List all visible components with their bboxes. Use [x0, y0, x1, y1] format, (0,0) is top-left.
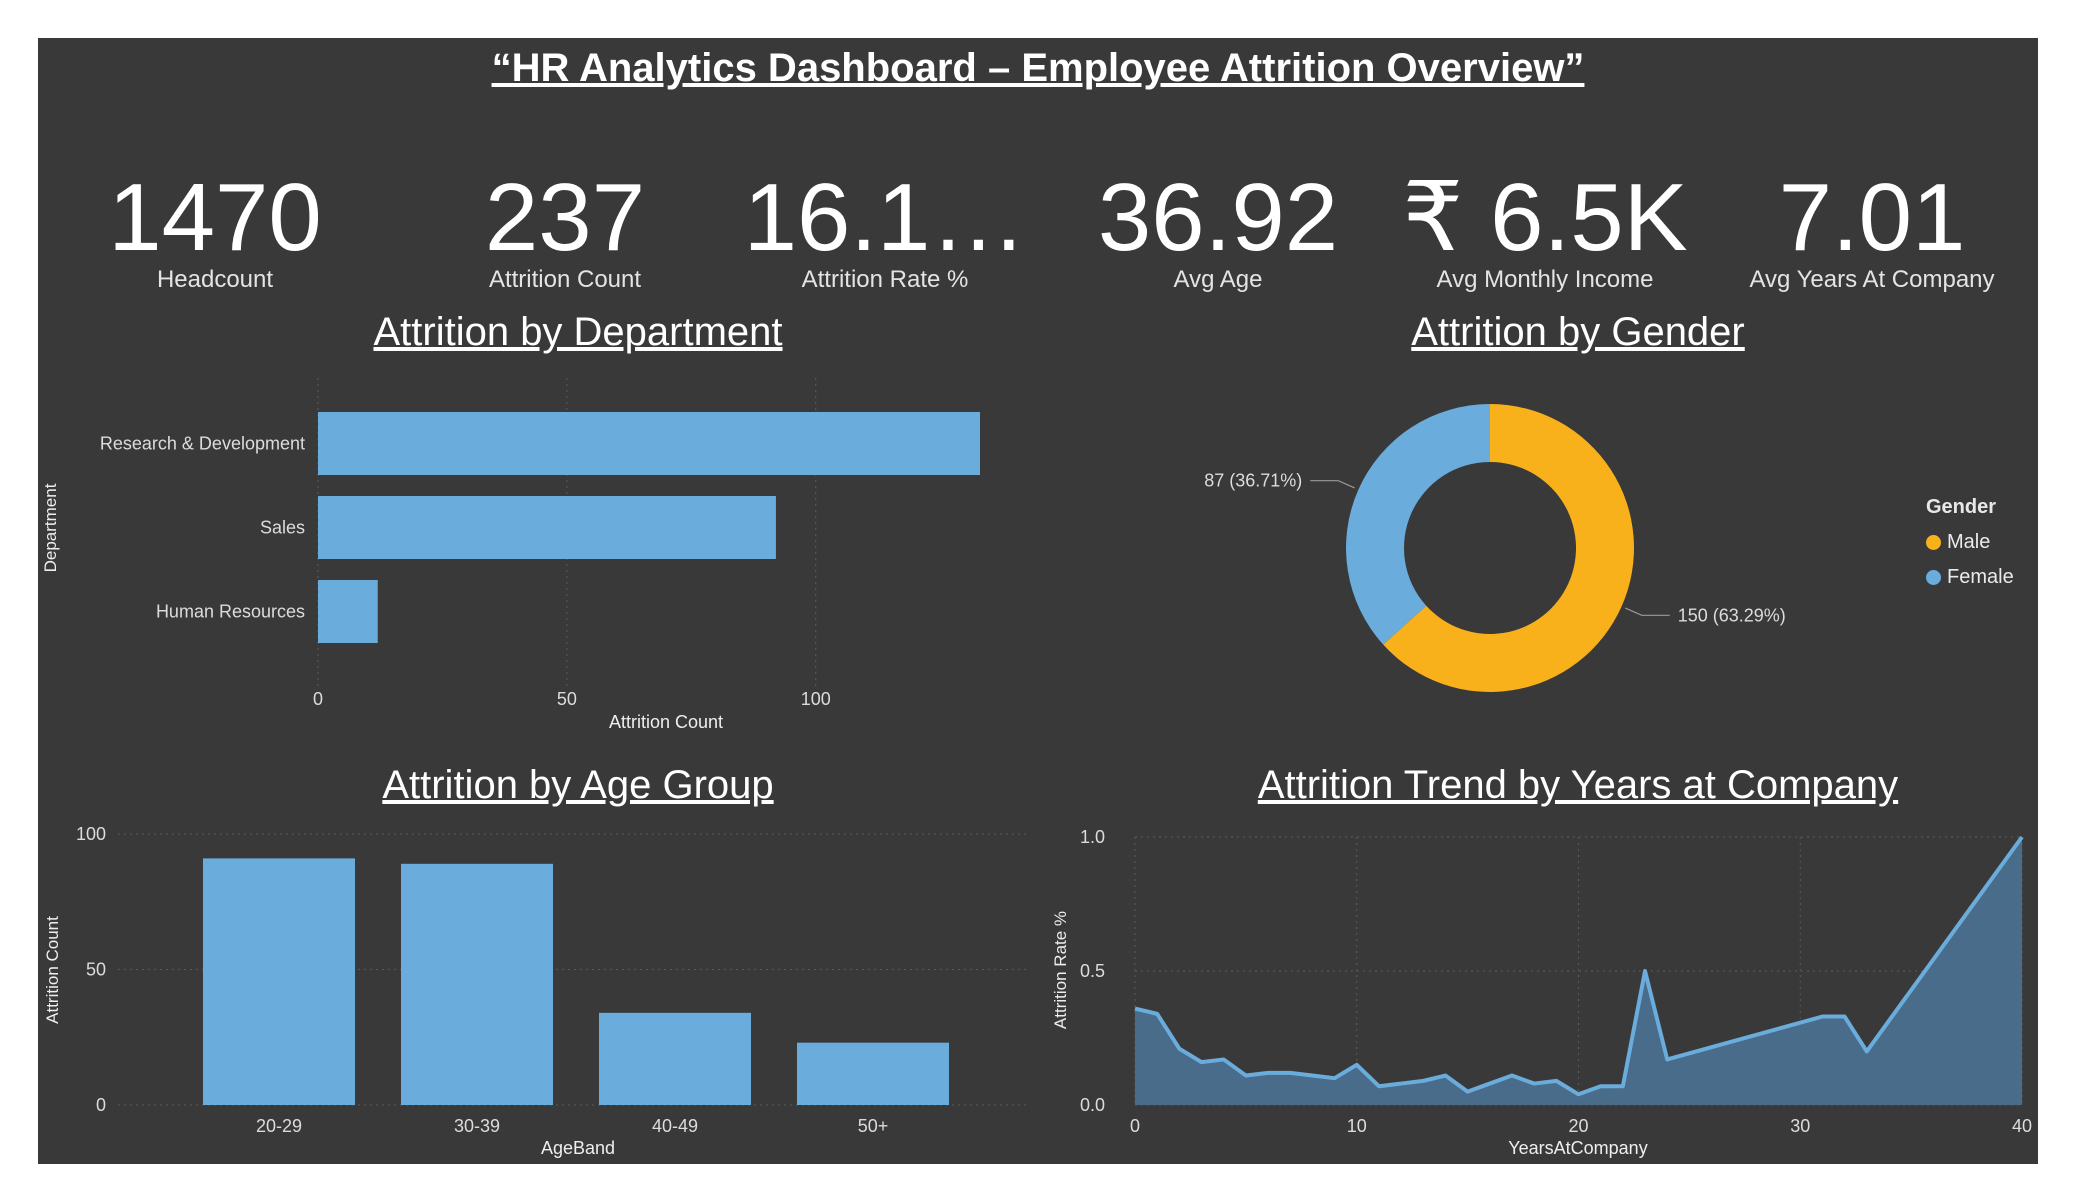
trend-x-axis-label: YearsAtCompany: [1508, 1138, 1647, 1158]
dashboard-canvas: “HR Analytics Dashboard – Employee Attri…: [38, 38, 2038, 1164]
dept-category-label: Human Resources: [156, 602, 305, 622]
dept-x-axis-label: Attrition Count: [609, 712, 723, 732]
age-x-axis-label: AgeBand: [541, 1138, 615, 1158]
dept-tick-label: 50: [557, 689, 577, 709]
trend-y-axis-label: Attrition Rate %: [1051, 911, 1070, 1029]
age-tick-label: 100: [76, 824, 106, 844]
dept-tick-label: 0: [313, 689, 323, 709]
age-bar[interactable]: [797, 1042, 949, 1105]
dept-bar[interactable]: [318, 496, 776, 559]
charts-svg: Research & Development Sales Human Resourc…: [41, 378, 2032, 1158]
trend-x-tick-label: 40: [2012, 1116, 2032, 1136]
gender-leader-line: [1310, 480, 1355, 489]
age-category-label: 30-39: [454, 1116, 500, 1136]
trend-x-tick-label: 10: [1347, 1116, 1367, 1136]
trend-x-tick-label: 30: [1790, 1116, 1810, 1136]
age-category-label: 20-29: [256, 1116, 302, 1136]
dept-tick-label: 100: [801, 689, 831, 709]
age-tick-label: 50: [86, 960, 106, 980]
gender-data-label: 87 (36.71%): [1204, 471, 1302, 491]
dept-category-label: Sales: [260, 518, 305, 538]
age-bar[interactable]: [401, 863, 553, 1105]
age-tick-label: 0: [96, 1095, 106, 1115]
trend-x-tick-label: 20: [1568, 1116, 1588, 1136]
dept-bar[interactable]: [318, 412, 980, 475]
dept-category-label: Research & Development: [100, 434, 305, 454]
gender-slice-female[interactable]: [1345, 404, 1490, 645]
age-category-label: 40-49: [652, 1116, 698, 1136]
dept-bar[interactable]: [318, 580, 378, 643]
age-bar[interactable]: [203, 858, 355, 1105]
dept-y-axis-label: Department: [41, 483, 60, 572]
trend-x-tick-label: 0: [1130, 1116, 1140, 1136]
trend-y-tick-label: 0.0: [1080, 1095, 1105, 1115]
age-bar[interactable]: [599, 1012, 751, 1105]
trend-y-tick-label: 1.0: [1080, 827, 1105, 847]
gender-data-label: 150 (63.29%): [1678, 605, 1786, 625]
age-y-axis-label: Attrition Count: [43, 916, 62, 1024]
gender-leader-line: [1625, 607, 1670, 616]
age-category-label: 50+: [858, 1116, 889, 1136]
trend-y-tick-label: 0.5: [1080, 961, 1105, 981]
